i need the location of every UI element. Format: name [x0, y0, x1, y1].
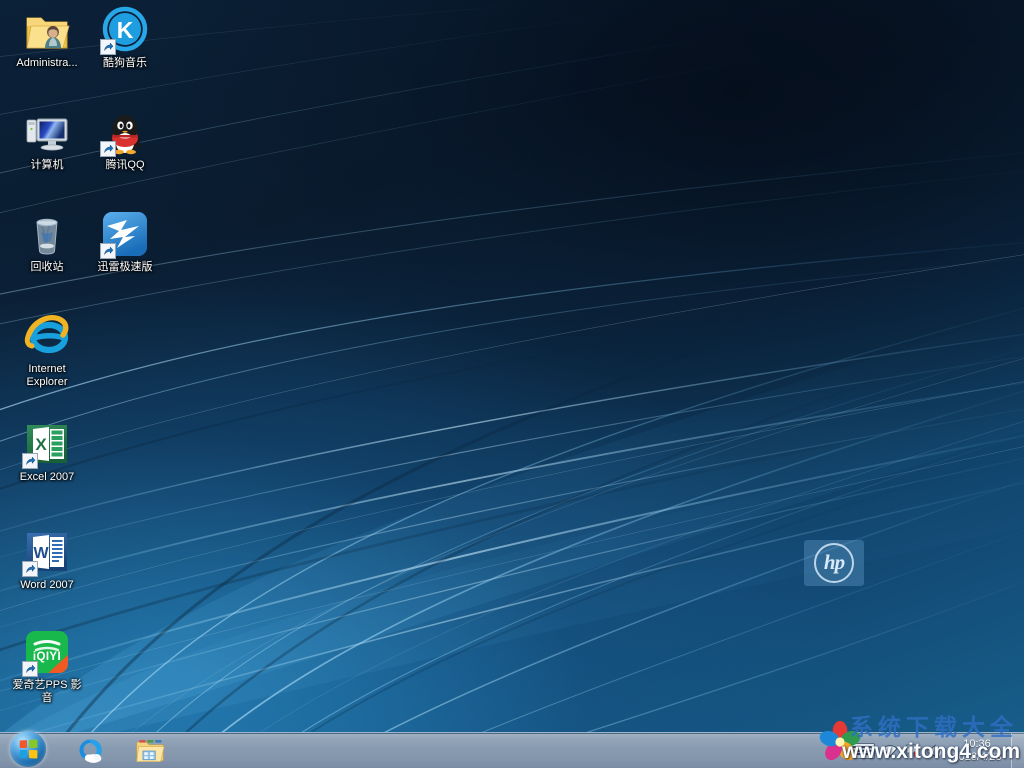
excel-icon: X — [22, 420, 71, 469]
svg-text:K: K — [117, 17, 134, 43]
desktop[interactable]: hp Administra... K 酷狗音乐 计算机 腾讯QQ 回收站 迅雷极… — [0, 0, 1024, 768]
desktop-icon-label: 爱奇艺PPS 影音 — [12, 679, 82, 704]
taskbar-clock[interactable]: 10:36 2018/4/23 — [945, 738, 1011, 764]
show-desktop-button[interactable] — [1011, 733, 1024, 768]
computer-icon — [23, 108, 71, 156]
word-icon: W — [22, 528, 71, 577]
internet-explorer-icon — [23, 312, 71, 360]
desktop-icon-label: Word 2007 — [20, 579, 74, 591]
desktop-icon-label: Administra... — [16, 57, 78, 69]
desktop-icon-tencent-qq[interactable]: 腾讯QQ — [86, 108, 164, 172]
shortcut-arrow-icon — [100, 243, 116, 259]
desktop-icon-computer[interactable]: 计算机 — [8, 108, 86, 172]
start-button[interactable] — [2, 729, 54, 768]
shortcut-arrow-icon — [22, 453, 38, 469]
desktop-icon-label: 腾讯QQ — [105, 159, 145, 171]
flag-action-center-icon[interactable] — [903, 742, 921, 760]
desktop-icon-iqiyi-pps[interactable]: iQIYI 爱奇艺PPS 影音 — [8, 628, 86, 705]
taskbar-item-windows-explorer[interactable] — [130, 736, 170, 766]
shortcut-arrow-icon — [22, 661, 38, 677]
desktop-icon-word-2007[interactable]: W Word 2007 — [8, 528, 86, 592]
speaker-volume-icon[interactable] — [925, 742, 943, 760]
desktop-icon-label: 迅雷极速版 — [97, 261, 153, 273]
shortcut-arrow-icon — [100, 141, 116, 157]
kugou-music-icon: K — [100, 6, 149, 55]
desktop-icon-internet-explorer[interactable]: Internet Explorer — [8, 312, 86, 389]
windows-orb-icon — [10, 731, 46, 767]
hp-brand-watermark: hp — [804, 540, 864, 586]
taskbar[interactable]: 10:36 2018/4/23 — [0, 729, 1024, 768]
xunlei-bird-icon — [100, 210, 149, 259]
desktop-icon-label: Internet Explorer — [26, 363, 68, 388]
qq-penguin-icon — [100, 108, 149, 157]
shortcut-arrow-icon — [22, 561, 38, 577]
desktop-icon-label: 计算机 — [30, 159, 64, 171]
windows-flag-icon — [19, 739, 38, 759]
desktop-icon-label: 酷狗音乐 — [103, 57, 147, 69]
desktop-icon-label: 回收站 — [30, 261, 64, 273]
desktop-icon-xunlei[interactable]: 迅雷极速版 — [86, 210, 164, 274]
clock-date: 2018/4/23 — [952, 751, 1002, 763]
shortcut-arrow-icon — [100, 39, 116, 55]
desktop-icon-administrator[interactable]: Administra... — [8, 6, 86, 70]
svg-text:X: X — [35, 435, 47, 454]
desktop-icon-kugou-music[interactable]: K 酷狗音乐 — [86, 6, 164, 70]
svg-text:W: W — [33, 545, 49, 562]
desktop-icon-excel-2007[interactable]: X Excel 2007 — [8, 420, 86, 484]
keyboard-ime-icon[interactable] — [849, 743, 875, 759]
desktop-icon-label: Excel 2007 — [19, 471, 75, 483]
taskbar-item-qq-browser[interactable] — [70, 736, 110, 766]
user-folder-icon — [23, 6, 71, 54]
qq-browser-icon — [79, 739, 102, 763]
desktop-icon-recycle-bin[interactable]: 回收站 — [8, 210, 86, 274]
system-tray[interactable]: 10:36 2018/4/23 — [849, 733, 1024, 768]
network-wifi-icon[interactable] — [881, 742, 899, 760]
folder-explorer-icon — [136, 739, 165, 762]
hp-logo-text: hp — [814, 543, 854, 583]
clock-time: 10:36 — [963, 738, 991, 750]
iqiyi-pps-icon: iQIYI — [22, 628, 71, 677]
recycle-bin-icon — [23, 210, 71, 258]
